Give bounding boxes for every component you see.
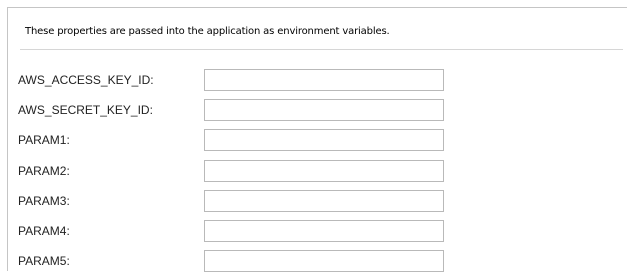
field-row-param4: PARAM4: bbox=[18, 220, 458, 244]
param1-input[interactable] bbox=[204, 129, 444, 151]
field-row-aws-secret-key-id: AWS_SECRET_KEY_ID: bbox=[18, 99, 458, 123]
param3-input[interactable] bbox=[204, 190, 444, 212]
divider bbox=[20, 49, 623, 50]
field-label-aws-access-key-id: AWS_ACCESS_KEY_ID: bbox=[18, 73, 154, 87]
field-row-param1: PARAM1: bbox=[18, 129, 458, 153]
param5-input[interactable] bbox=[204, 250, 444, 272]
field-row-param5: PARAM5: bbox=[18, 250, 458, 274]
field-row-param2: PARAM2: bbox=[18, 160, 458, 184]
aws-secret-key-id-input[interactable] bbox=[204, 99, 444, 121]
field-label-param1: PARAM1: bbox=[18, 133, 70, 147]
field-label-aws-secret-key-id: AWS_SECRET_KEY_ID: bbox=[18, 103, 153, 117]
field-label-param3: PARAM3: bbox=[18, 194, 70, 208]
field-label-param5: PARAM5: bbox=[18, 254, 70, 268]
aws-access-key-id-input[interactable] bbox=[204, 69, 444, 91]
field-row-aws-access-key-id: AWS_ACCESS_KEY_ID: bbox=[18, 69, 458, 93]
description-text: These properties are passed into the app… bbox=[25, 26, 390, 37]
field-label-param4: PARAM4: bbox=[18, 224, 70, 238]
param2-input[interactable] bbox=[204, 160, 444, 182]
field-label-param2: PARAM2: bbox=[18, 164, 70, 178]
param4-input[interactable] bbox=[204, 220, 444, 242]
field-row-param3: PARAM3: bbox=[18, 190, 458, 214]
